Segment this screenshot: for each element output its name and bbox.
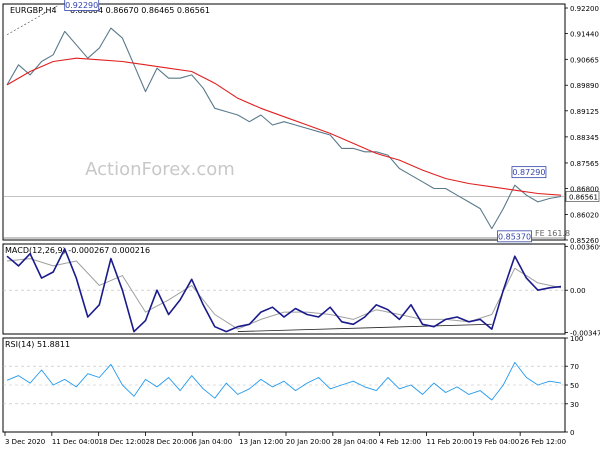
- rsi-ytick-label-2: 50: [570, 382, 579, 390]
- level-label-1: 0.87290: [512, 168, 545, 177]
- xtick-label-5: 13 Jan 12:00: [239, 438, 283, 446]
- watermark: ActionForex.com: [85, 159, 235, 180]
- macd-series-group: [3, 248, 565, 333]
- price-line: [6, 27, 562, 230]
- price-ytick-label-5: 0.88345: [570, 134, 599, 142]
- price-ytick-label-6: 0.87565: [570, 160, 599, 168]
- macd-signal-line: [6, 258, 562, 330]
- axes-group: 0.92200 0.91440 0.90665 0.89890 0.89125 0.883…: [4, 5, 600, 446]
- rsi-title: RSI(14) 51.8811: [5, 340, 70, 349]
- xtick-label-11: 26 Feb 12:00: [520, 438, 566, 446]
- forex-chart: EURGBP,H4 0.86604 0.86670 0.86465 0.8656…: [0, 0, 600, 450]
- xtick-label-7: 28 Jan 04:00: [333, 438, 377, 446]
- xtick-label-6: 20 Jan 20:00: [286, 438, 330, 446]
- rsi-line: [6, 361, 562, 401]
- rsi-ytick-label-4: 0: [570, 429, 574, 437]
- macd-trendline: [237, 323, 492, 332]
- xtick-label-10: 19 Feb 04:00: [473, 438, 519, 446]
- macd-title: MACD(12,26,9) -0.000267 0.000216: [5, 246, 150, 255]
- chart-canvas: EURGBP,H4 0.86604 0.86670 0.86465 0.8656…: [2, 0, 600, 446]
- level-label-2: 0.85370: [498, 232, 531, 241]
- rsi-ytick-label-1: 70: [570, 363, 579, 371]
- price-ytick-label-4: 0.89125: [570, 108, 599, 116]
- price-ytick-label-1: 0.91440: [570, 30, 599, 38]
- price-ytick-label-0: 0.92200: [570, 5, 599, 13]
- xtick-label-0: 3 Dec 2020: [5, 438, 45, 446]
- rsi-ytick-label-0: 100: [570, 335, 583, 343]
- xtick-label-4: 6 Jan 04:00: [192, 438, 232, 446]
- price-series-group: 0.92290 0.87290 0.85370: [3, 0, 565, 243]
- xtick-label-3: 28 Dec 20:00: [146, 438, 193, 446]
- level-label-0: 0.92290: [65, 1, 98, 10]
- price-ytick-label-8: 0.86020: [570, 212, 599, 220]
- xtick-label-2: 18 Dec 12:00: [99, 438, 146, 446]
- current-price-label: 0.86561: [569, 194, 598, 202]
- rsi-ytick-label-3: 30: [570, 401, 579, 409]
- xtick-label-1: 11 Dec 04:00: [52, 438, 99, 446]
- macd-ytick-label-1: 0.00: [570, 287, 586, 295]
- rsi-series-group: [3, 361, 565, 405]
- fib-label: FE 161.8: [535, 229, 570, 238]
- price-ytick-label-3: 0.89890: [570, 82, 599, 90]
- xtick-label-9: 11 Feb 20:00: [427, 438, 473, 446]
- price-ytick-label-2: 0.90665: [570, 56, 599, 64]
- xtick-label-8: 4 Feb 12:00: [380, 438, 421, 446]
- macd-ytick-label-0: 0.003609: [570, 243, 600, 251]
